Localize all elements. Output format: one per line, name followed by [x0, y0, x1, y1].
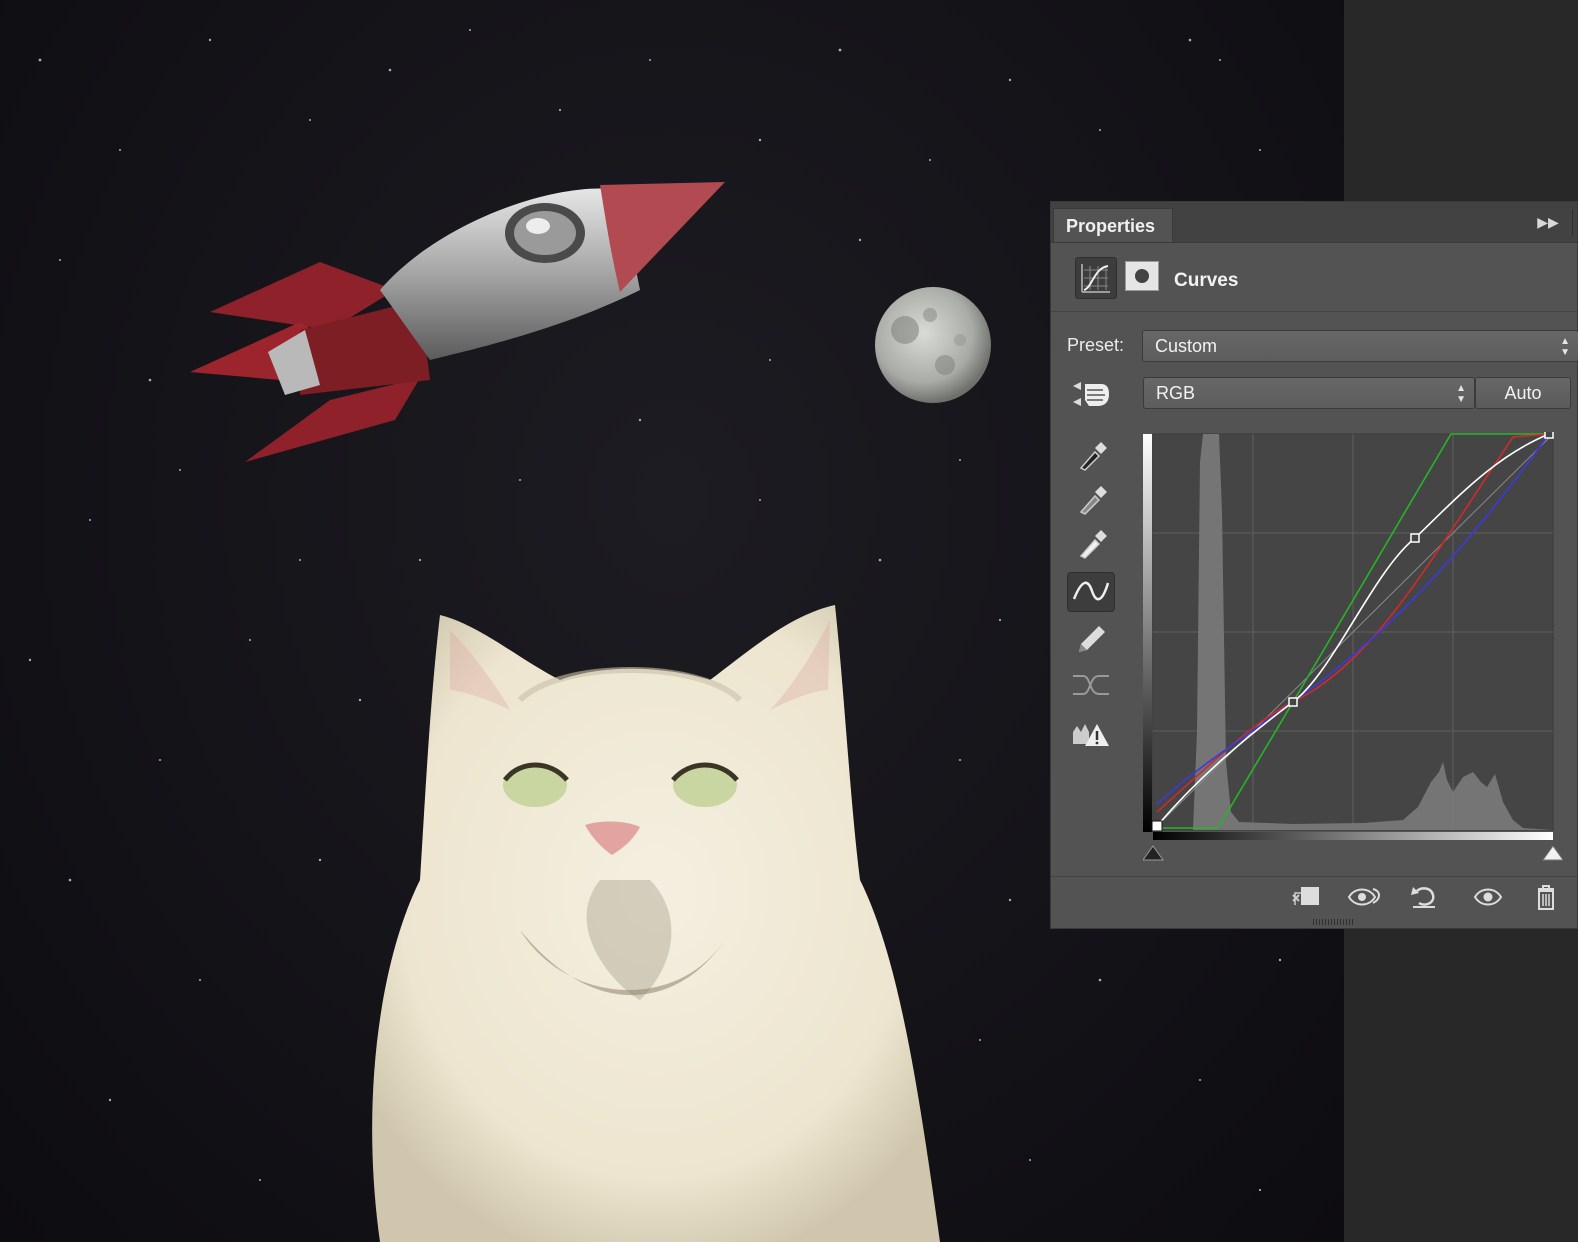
black-point-eyedropper-icon[interactable] [1067, 434, 1115, 474]
smooth-curve-icon[interactable] [1067, 664, 1115, 704]
clip-to-layer-icon[interactable] [1289, 883, 1323, 911]
panel-tab-bar: Properties ▶▶ [1051, 202, 1577, 243]
curves-graph[interactable] [1143, 432, 1563, 862]
gray-point-eyedropper-icon[interactable] [1067, 478, 1115, 518]
panel-resize-grip[interactable] [1313, 919, 1353, 925]
moon [875, 287, 991, 403]
view-previous-state-icon[interactable] [1347, 883, 1381, 911]
curve-point-white [1544, 432, 1554, 439]
properties-panel: Properties ▶▶ Curves Preset: Custom ▲ ▼ R… [1050, 201, 1578, 929]
curves-adjustment-icon[interactable] [1075, 257, 1117, 299]
on-image-adjust-icon[interactable] [1067, 374, 1115, 414]
edit-points-curve-icon[interactable] [1067, 572, 1115, 612]
channel-select[interactable]: RGB ▲ ▼ [1143, 377, 1475, 409]
layer-mask-icon[interactable] [1125, 261, 1159, 291]
reset-icon[interactable] [1407, 883, 1441, 911]
select-arrows-icon: ▲ ▼ [1456, 383, 1466, 405]
preset-select[interactable]: Custom ▲ ▼ [1142, 330, 1578, 362]
cat [372, 605, 940, 1242]
output-gradient-bar [1143, 434, 1152, 832]
white-point-eyedropper-icon[interactable] [1067, 522, 1115, 562]
panel-footer [1051, 876, 1577, 917]
curve-point-mid [1288, 697, 1298, 707]
adjustment-title: Curves [1174, 270, 1239, 291]
collapse-panel-icon[interactable]: ▶▶ [1537, 212, 1559, 232]
input-gradient-bar [1153, 832, 1553, 840]
clipping-warning-icon[interactable] [1067, 714, 1115, 754]
draw-curve-pencil-icon[interactable] [1067, 618, 1115, 658]
curve-point-upper [1410, 533, 1420, 543]
rocket [190, 182, 725, 462]
toggle-visibility-icon[interactable] [1471, 883, 1505, 911]
preset-label: Preset: [1067, 335, 1125, 355]
panel-edge [1572, 210, 1577, 236]
adjustment-header: Curves [1051, 243, 1577, 312]
preset-value: Custom [1155, 336, 1218, 356]
channel-value: RGB [1156, 383, 1196, 403]
curve-point-black [1151, 820, 1163, 832]
delete-icon[interactable] [1529, 883, 1563, 911]
select-arrows-icon: ▲ ▼ [1560, 336, 1570, 358]
auto-button[interactable]: Auto [1475, 377, 1571, 409]
tab-properties[interactable]: Properties [1053, 208, 1173, 242]
